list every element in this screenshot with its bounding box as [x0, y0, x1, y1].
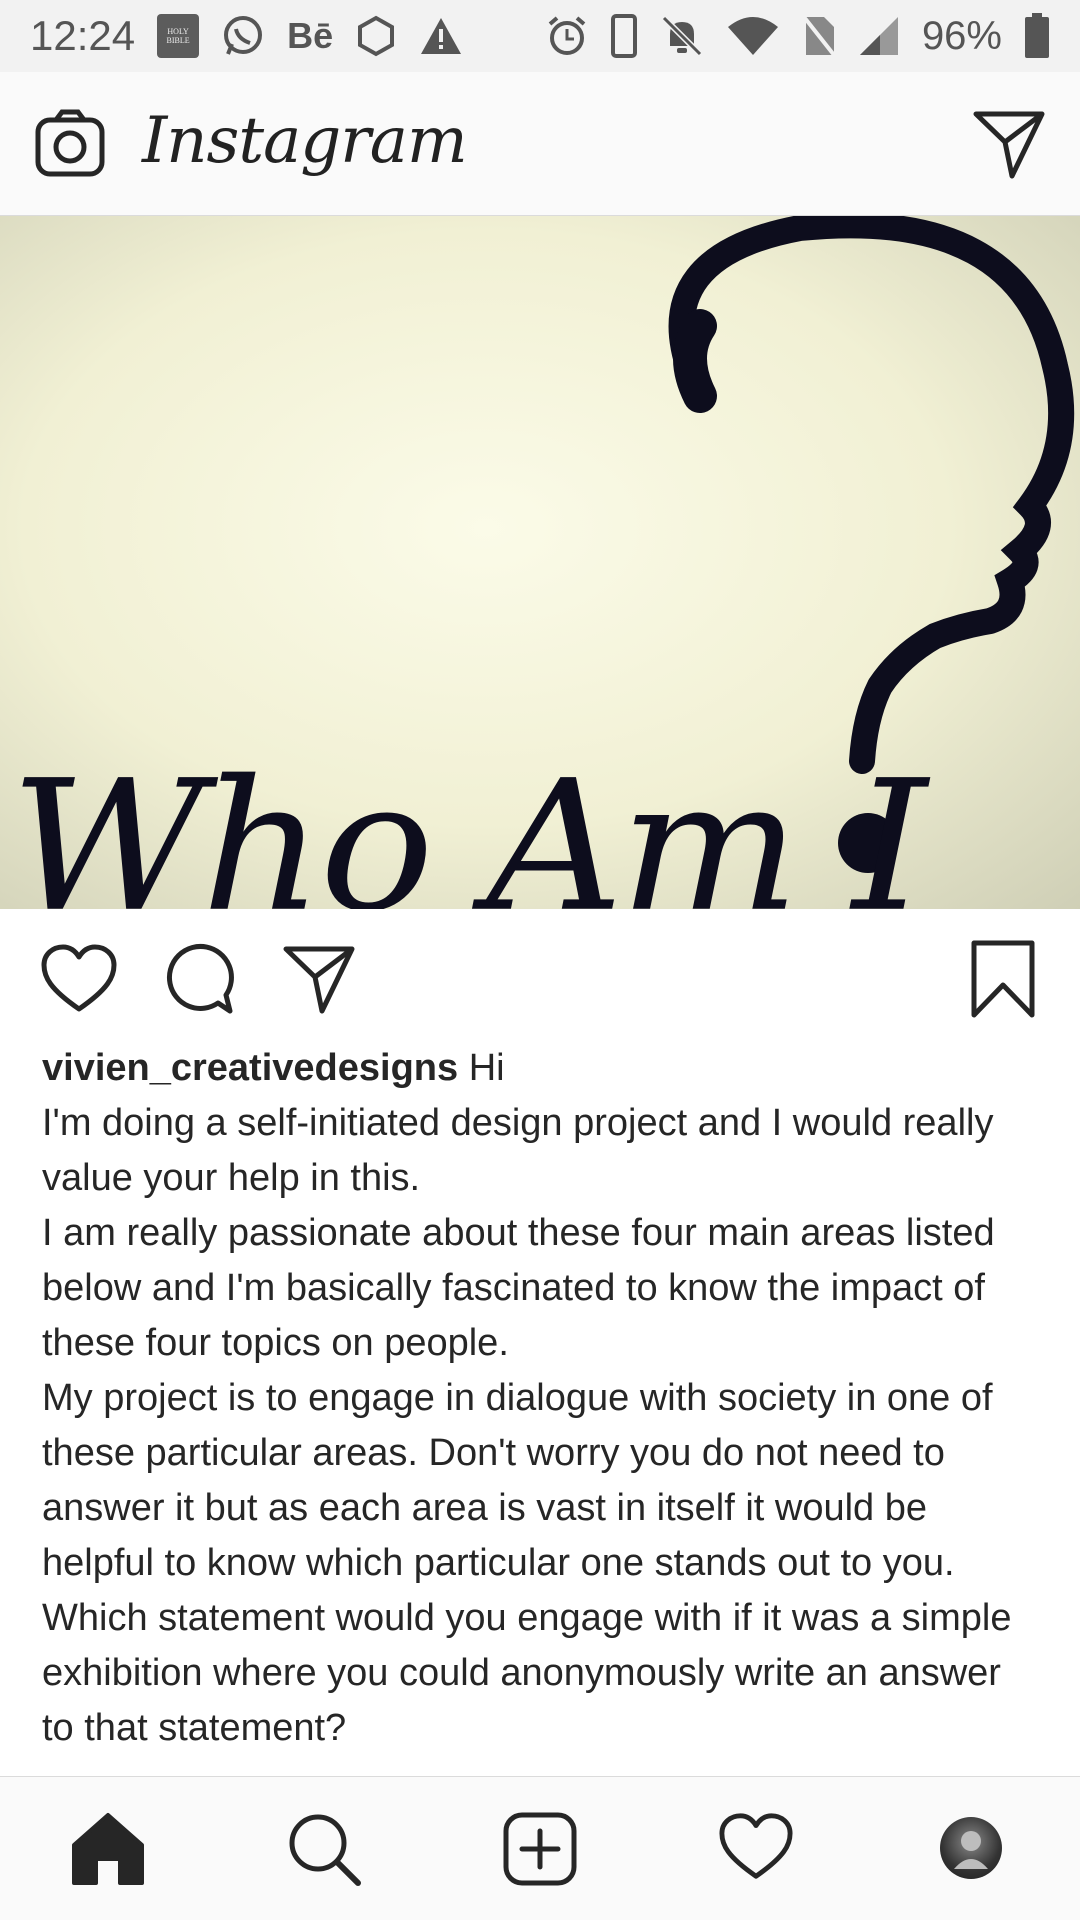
- app-header: Instagram: [0, 72, 1080, 216]
- post-actions: [0, 909, 1080, 1049]
- status-bar: 12:24 HOLY BIBLE Bē 96%: [0, 0, 1080, 72]
- bible-app-icon: HOLY BIBLE: [157, 14, 200, 58]
- post-caption: vivien_creativedesigns Hi I'm doing a se…: [42, 1041, 1042, 1778]
- behance-icon: Bē: [287, 15, 334, 56]
- battery-percent: 96%: [921, 13, 1002, 58]
- direct-message-icon[interactable]: [972, 108, 1046, 180]
- caption-line: Hi: [458, 1047, 505, 1089]
- caption-first-line: vivien_creativedesigns Hi: [42, 1041, 1042, 1096]
- battery-icon: [1024, 13, 1050, 59]
- mute-icon: [660, 14, 704, 58]
- signal-icon: [858, 15, 900, 57]
- camera-icon[interactable]: [34, 108, 106, 180]
- bookmark-icon[interactable]: [970, 939, 1036, 1019]
- caption-line: My project is to engage in dialogue with…: [42, 1377, 1012, 1749]
- warning-icon: [419, 16, 463, 56]
- instagram-logo: Instagram: [142, 104, 468, 178]
- caption-line: I am really passionate about these four …: [42, 1212, 995, 1364]
- no-sim-icon: [802, 15, 836, 57]
- status-time: 12:24: [30, 12, 136, 59]
- whatsapp-icon: [221, 14, 265, 58]
- alarm-icon: [546, 15, 588, 57]
- caption-line: I'm doing a self-initiated design projec…: [42, 1102, 994, 1199]
- share-icon[interactable]: [282, 943, 356, 1015]
- search-icon[interactable]: [286, 1811, 362, 1887]
- like-icon[interactable]: [40, 943, 118, 1015]
- post-image-text: Who Am I: [10, 741, 927, 909]
- profile-avatar[interactable]: [940, 1817, 1002, 1879]
- post-image[interactable]: Who Am I: [0, 216, 1080, 909]
- post-username[interactable]: vivien_creativedesigns: [42, 1047, 458, 1089]
- phone-icon: [610, 13, 638, 59]
- wifi-icon: [726, 15, 780, 57]
- bottom-navigation: [0, 1776, 1080, 1920]
- hexagon-icon: [355, 14, 397, 58]
- home-icon[interactable]: [70, 1811, 146, 1887]
- activity-heart-icon[interactable]: [718, 1811, 794, 1887]
- comment-icon[interactable]: [162, 943, 234, 1015]
- new-post-icon[interactable]: [502, 1811, 578, 1887]
